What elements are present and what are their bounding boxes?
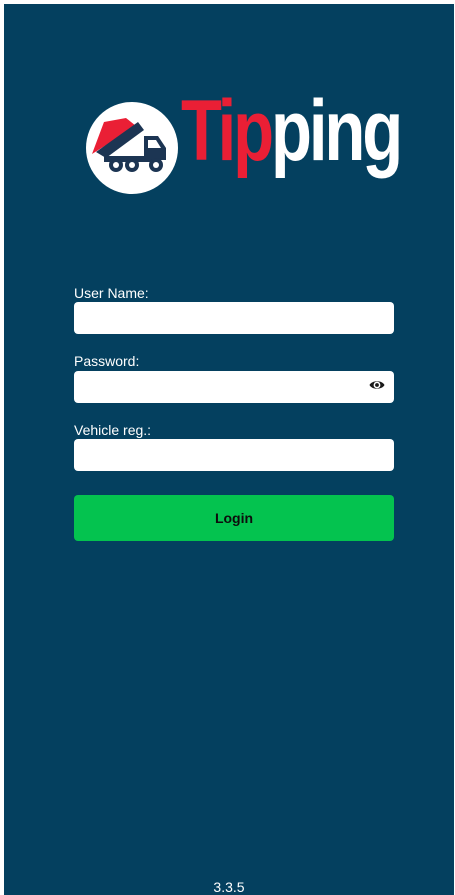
logo-text-white: ping [271, 83, 403, 179]
vehicle-label: Vehicle reg.: [74, 422, 152, 438]
tipping-logo: Tipping [86, 88, 403, 196]
dump-truck-icon [86, 102, 178, 194]
logo-text-red: Tip [181, 83, 274, 179]
login-screen: Tipping User Name: Password: Vehicle reg… [4, 4, 454, 895]
username-input[interactable] [74, 302, 394, 334]
vehicle-reg-input[interactable] [74, 439, 394, 471]
logo-wordmark: Tipping [181, 88, 403, 174]
app-version: 3.3.5 [213, 879, 245, 895]
login-button[interactable]: Login [74, 495, 394, 541]
password-input[interactable] [74, 371, 394, 403]
username-label: User Name: [74, 285, 149, 301]
eye-icon[interactable] [369, 378, 385, 392]
password-label: Password: [74, 353, 140, 369]
